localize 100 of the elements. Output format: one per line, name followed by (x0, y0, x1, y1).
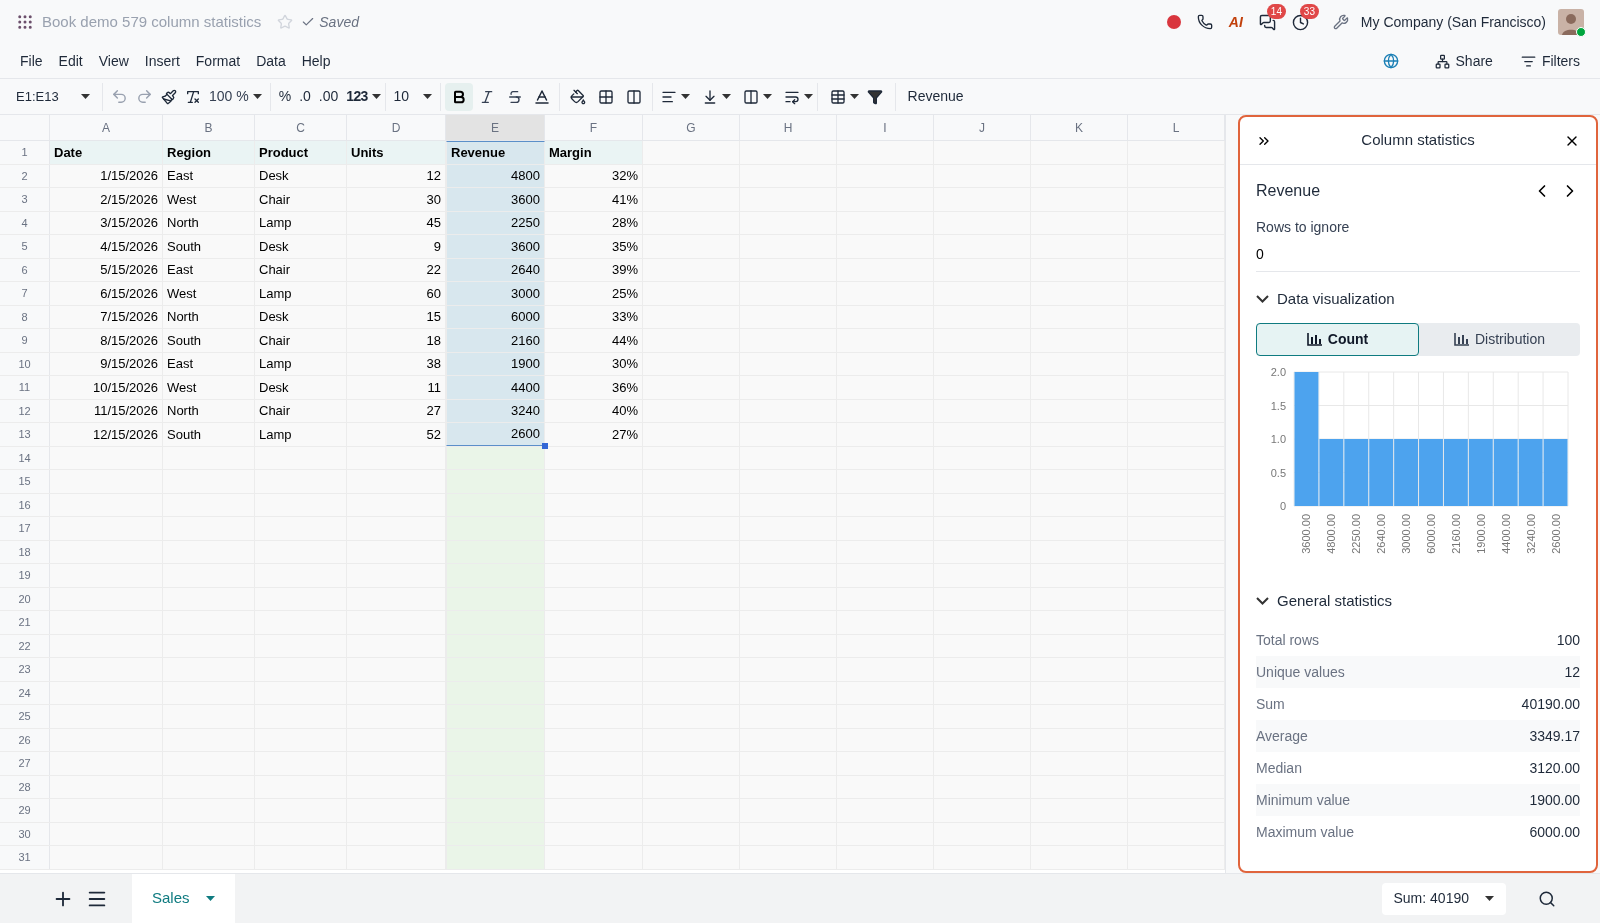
table-cell[interactable]: North (163, 399, 255, 422)
text-color-icon[interactable] (532, 87, 551, 106)
tools-icon[interactable] (1332, 14, 1349, 30)
table-cell[interactable]: East (163, 164, 255, 187)
table-cell[interactable]: 33% (545, 305, 643, 328)
formula-bar[interactable]: Revenue (907, 86, 964, 107)
row-number[interactable]: 26 (0, 728, 50, 751)
row-number[interactable]: 13 (0, 423, 50, 446)
table-cell[interactable]: 11 (347, 376, 446, 399)
table-cell[interactable]: 3600 (446, 235, 545, 258)
table-cell[interactable]: 1/15/2026 (50, 164, 163, 187)
table-cell[interactable]: 5/15/2026 (50, 258, 163, 281)
table-cell[interactable]: 41% (545, 188, 643, 211)
row-number[interactable]: 4 (0, 211, 50, 234)
row-number[interactable]: 22 (0, 634, 50, 657)
table-cell[interactable]: 38 (347, 352, 446, 375)
column-header[interactable]: K (1031, 115, 1128, 140)
row-number[interactable]: 5 (0, 235, 50, 258)
sheet-tab[interactable]: Sales (132, 874, 235, 923)
row-number[interactable]: 11 (0, 376, 50, 399)
row-number[interactable]: 23 (0, 658, 50, 681)
row-number[interactable]: 21 (0, 611, 50, 634)
star-icon[interactable] (277, 14, 294, 30)
table-cell[interactable]: South (163, 235, 255, 258)
header-cell[interactable]: Units (347, 141, 446, 164)
row-number[interactable]: 19 (0, 564, 50, 587)
section-toggle[interactable]: Data visualization (1256, 280, 1395, 319)
column-header[interactable]: B (163, 115, 255, 140)
row-number[interactable]: 15 (0, 470, 50, 493)
table-cell[interactable]: 22 (347, 258, 446, 281)
menu-item[interactable]: View (90, 50, 137, 72)
row-number[interactable]: 25 (0, 705, 50, 728)
zoom-dropdown[interactable]: 100 % (205, 82, 266, 111)
table-cell[interactable]: 8/15/2026 (50, 329, 163, 352)
table-cell[interactable]: 9 (347, 235, 446, 258)
table-cell[interactable]: South (163, 423, 255, 446)
column-header[interactable]: E (446, 115, 545, 140)
table-cell[interactable]: 35% (545, 235, 643, 258)
table-cell[interactable]: 10/15/2026 (50, 376, 163, 399)
row-number[interactable]: 31 (0, 846, 50, 869)
table-cell[interactable]: 2250 (446, 211, 545, 234)
table-cell[interactable]: 2600 (446, 423, 545, 446)
table-cell[interactable]: 25% (545, 282, 643, 305)
column-header[interactable]: L (1128, 115, 1225, 140)
table-cell[interactable] (545, 446, 643, 469)
number-format-button[interactable]: % (274, 82, 296, 111)
number-format-button[interactable]: .00 (314, 82, 343, 111)
redo-icon[interactable] (136, 88, 153, 105)
cell-reference-field[interactable]: E1:E13 (8, 82, 98, 111)
column-header[interactable]: J (934, 115, 1031, 140)
table-cell[interactable]: West (163, 376, 255, 399)
row-number[interactable]: 2 (0, 164, 50, 187)
table-cell[interactable]: Lamp (255, 352, 347, 375)
header-cell[interactable]: Margin (545, 141, 643, 164)
table-cell[interactable]: 52 (347, 423, 446, 446)
table-cell[interactable]: 45 (347, 211, 446, 234)
table-cell[interactable]: 12 (347, 164, 446, 187)
table-cell[interactable]: 1900 (446, 352, 545, 375)
table-cell[interactable]: 3240 (446, 399, 545, 422)
row-number[interactable]: 29 (0, 799, 50, 822)
row-number[interactable]: 14 (0, 446, 50, 469)
merge-cells-icon[interactable] (625, 88, 642, 105)
row-number[interactable]: 9 (0, 329, 50, 352)
share-button[interactable]: Share (1426, 50, 1501, 72)
row-number[interactable]: 3 (0, 188, 50, 211)
table-cell[interactable]: 27 (347, 399, 446, 422)
table-cell[interactable]: Desk (255, 376, 347, 399)
row-number[interactable]: 27 (0, 752, 50, 775)
table-cell[interactable]: 3/15/2026 (50, 211, 163, 234)
borders-icon[interactable] (597, 88, 614, 105)
row-number[interactable]: 6 (0, 258, 50, 281)
header-cell[interactable]: Region (163, 141, 255, 164)
table-cell[interactable]: 7/15/2026 (50, 305, 163, 328)
apps-icon[interactable] (16, 13, 34, 31)
chart-tab[interactable]: Count (1256, 322, 1419, 356)
table-cell[interactable]: 30% (545, 352, 643, 375)
table-cell[interactable] (446, 446, 545, 469)
table-cell[interactable] (50, 846, 163, 869)
filter-icon[interactable] (866, 88, 883, 105)
table-cell[interactable]: Chair (255, 329, 347, 352)
data-search-icon[interactable] (1538, 889, 1556, 908)
phone-icon[interactable] (1196, 14, 1213, 30)
row-number[interactable]: 28 (0, 775, 50, 798)
paint-format-icon[interactable] (161, 88, 177, 105)
company-name[interactable]: My Company (San Francisco) (1360, 11, 1546, 33)
table-cell[interactable]: 4/15/2026 (50, 235, 163, 258)
table-cell[interactable]: 9/15/2026 (50, 352, 163, 375)
table-cell[interactable]: 28% (545, 211, 643, 234)
undo-icon[interactable] (111, 88, 128, 105)
table-cell[interactable]: Desk (255, 305, 347, 328)
table-cell[interactable]: 15 (347, 305, 446, 328)
number-format-button[interactable]: .0 (295, 82, 315, 111)
table-cell[interactable]: East (163, 258, 255, 281)
menu-item[interactable]: Help (293, 50, 339, 72)
globe-icon[interactable] (1382, 53, 1399, 69)
table-cell[interactable]: 3600 (446, 188, 545, 211)
column-header[interactable]: F (545, 115, 643, 140)
row-number[interactable]: 30 (0, 822, 50, 845)
table-cell[interactable]: 6/15/2026 (50, 282, 163, 305)
menu-item[interactable]: Edit (50, 50, 91, 72)
